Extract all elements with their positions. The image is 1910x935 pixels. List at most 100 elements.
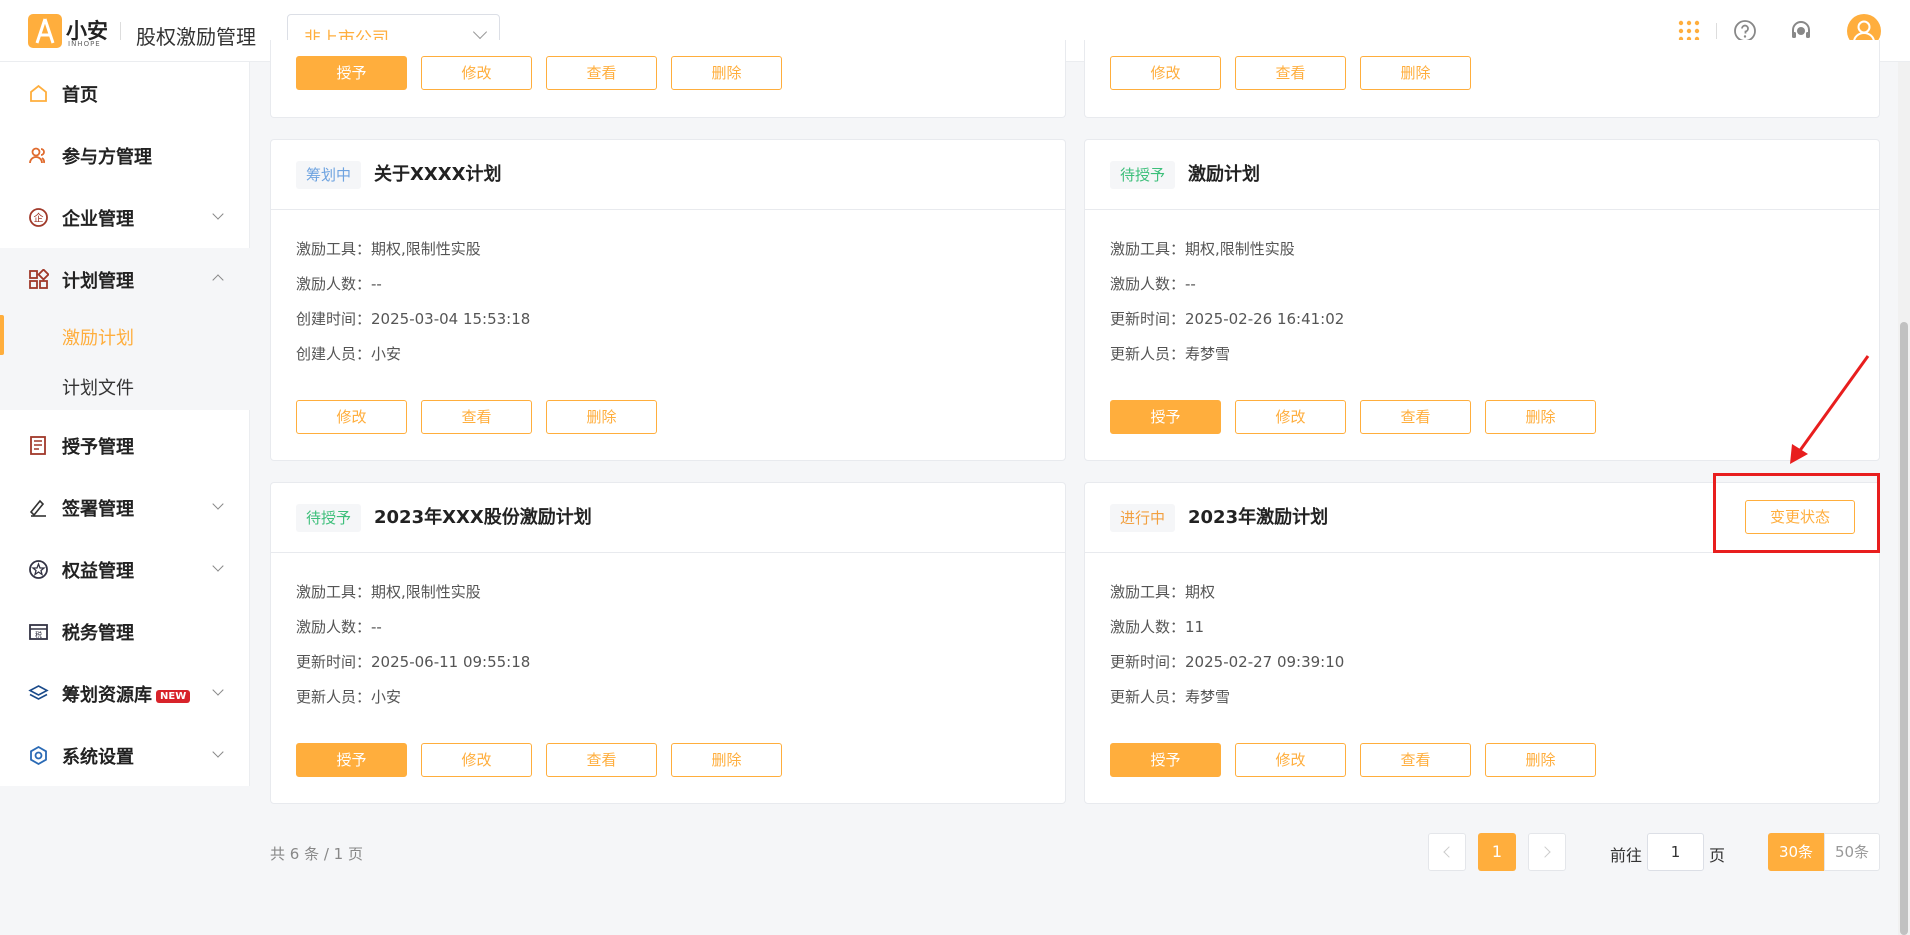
delete-button[interactable]: 删除 <box>1360 56 1471 90</box>
info-person: 更新人员：寿梦雪 <box>1110 345 1231 363</box>
info-time: 更新时间：2025-02-26 16:41:02 <box>1110 310 1345 328</box>
plan-title: 激励计划 <box>1188 164 1260 185</box>
info-time: 更新时间：2025-06-11 09:55:18 <box>296 653 531 671</box>
sidebar-item-enterprise[interactable]: 企 企业管理 <box>0 186 250 248</box>
chevron-down-icon <box>212 208 224 220</box>
sidebar-item-label: 参与方管理 <box>62 147 152 168</box>
page-size-50[interactable]: 50条 <box>1824 833 1880 871</box>
status-badge: 待授予 <box>1110 161 1176 189</box>
info-count: 激励人数：-- <box>296 275 382 293</box>
grant-button[interactable]: 授予 <box>1110 400 1221 434</box>
sidebar-footer-area <box>0 786 250 935</box>
view-button[interactable]: 查看 <box>546 743 657 777</box>
new-badge: NEW <box>156 689 191 703</box>
plan-card: 待授予 2023年XXX股份激励计划 激励工具：期权,限制性实股 激励人数：--… <box>270 482 1066 804</box>
edit-button[interactable]: 修改 <box>1110 56 1221 90</box>
inhope-logo-icon <box>28 14 62 48</box>
sidebar-item-participants[interactable]: 参与方管理 <box>0 124 250 186</box>
card-header: 待授予 2023年XXX股份激励计划 <box>271 483 1065 553</box>
sidebar-subitem-plan-files[interactable]: 计划文件 <box>0 360 250 410</box>
grant-button[interactable]: 授予 <box>296 743 407 777</box>
sidebar-item-resource-library[interactable]: 筹划资源库 NEW <box>0 662 250 724</box>
edit-button[interactable]: 修改 <box>421 56 532 90</box>
sidebar-item-label: 首页 <box>62 85 98 106</box>
sidebar-item-equity-management[interactable]: 权益管理 <box>0 538 250 600</box>
sidebar-item-label: 授予管理 <box>62 437 134 458</box>
plan-card-partial: 修改 查看 删除 <box>1084 40 1880 118</box>
view-button[interactable]: 查看 <box>1360 743 1471 777</box>
ledger-icon <box>28 435 49 456</box>
scrollbar-thumb[interactable] <box>1900 322 1908 935</box>
plan-title: 关于XXXX计划 <box>374 164 502 185</box>
layers-icon <box>28 683 49 704</box>
info-person: 更新人员：小安 <box>296 688 402 706</box>
delete-button[interactable]: 删除 <box>671 743 782 777</box>
sidebar-item-label: 系统设置 <box>62 747 134 768</box>
status-badge: 待授予 <box>296 504 362 532</box>
plan-card: 待授予 激励计划 激励工具：期权,限制性实股 激励人数：-- 更新时间：2025… <box>1084 139 1880 461</box>
header-divider <box>120 22 121 40</box>
status-badge: 筹划中 <box>296 161 362 189</box>
sidebar: 首页 参与方管理 企 企业管理 计划管理 激励计划 计划文件 授予管理 签署管理… <box>0 62 250 935</box>
page-size-30[interactable]: 30条 <box>1768 833 1824 871</box>
edit-button[interactable]: 修改 <box>296 400 407 434</box>
tax-icon: 税 <box>28 621 49 642</box>
sidebar-item-system-settings[interactable]: 系统设置 <box>0 724 250 786</box>
plan-card-partial: 授予 修改 查看 删除 <box>270 40 1066 118</box>
info-person: 创建人员：小安 <box>296 345 402 363</box>
delete-button[interactable]: 删除 <box>546 400 657 434</box>
chevron-left-icon <box>1443 846 1455 858</box>
card-header: 待授予 激励计划 <box>1085 140 1879 210</box>
grant-button[interactable]: 授予 <box>1110 743 1221 777</box>
view-button[interactable]: 查看 <box>1360 400 1471 434</box>
view-button[interactable]: 查看 <box>1235 56 1346 90</box>
edit-button[interactable]: 修改 <box>1235 400 1346 434</box>
info-count: 激励人数：11 <box>1110 618 1205 636</box>
prev-page-button[interactable] <box>1428 833 1466 871</box>
status-badge: 进行中 <box>1110 504 1176 532</box>
sidebar-item-tax-management[interactable]: 税 税务管理 <box>0 600 250 662</box>
users-icon <box>28 145 49 166</box>
grant-button[interactable]: 授予 <box>296 56 407 90</box>
sidebar-item-plan-management[interactable]: 计划管理 <box>0 248 250 310</box>
view-button[interactable]: 查看 <box>421 400 532 434</box>
goto-label: 前往 <box>1610 846 1643 865</box>
goto-suffix: 页 <box>1709 846 1726 865</box>
delete-button[interactable]: 删除 <box>671 56 782 90</box>
page-number-current[interactable]: 1 <box>1478 833 1516 871</box>
info-count: 激励人数：-- <box>296 618 382 636</box>
app-title: 股权激励管理 <box>136 25 256 49</box>
delete-button[interactable]: 删除 <box>1485 743 1596 777</box>
annotation-highlight-box <box>1713 473 1880 553</box>
view-button[interactable]: 查看 <box>546 56 657 90</box>
sidebar-item-label-text: 筹划资源库 <box>62 685 152 706</box>
delete-button[interactable]: 删除 <box>1485 400 1596 434</box>
svg-text:企: 企 <box>34 212 44 225</box>
edit-button[interactable]: 修改 <box>1235 743 1346 777</box>
plan-grid-icon <box>28 268 50 290</box>
sidebar-item-label: 权益管理 <box>62 561 134 582</box>
info-time: 更新时间：2025-02-27 09:39:10 <box>1110 653 1345 671</box>
sidebar-item-label: 筹划资源库 NEW <box>62 681 191 707</box>
settings-icon <box>28 745 49 766</box>
sidebar-subitem-incentive-plan[interactable]: 激励计划 <box>0 310 250 360</box>
info-person: 更新人员：寿梦雪 <box>1110 688 1231 706</box>
sidebar-item-sign-management[interactable]: 签署管理 <box>0 476 250 538</box>
sidebar-item-grant-management[interactable]: 授予管理 <box>0 414 250 476</box>
info-tool: 激励工具：期权,限制性实股 <box>296 240 481 258</box>
sidebar-item-label: 计划管理 <box>62 271 134 292</box>
info-count: 激励人数：-- <box>1110 275 1196 293</box>
sidebar-item-label: 企业管理 <box>62 209 134 230</box>
edit-button[interactable]: 修改 <box>421 743 532 777</box>
info-tool: 激励工具：期权,限制性实股 <box>1110 240 1295 258</box>
next-page-button[interactable] <box>1528 833 1566 871</box>
chevron-down-icon <box>212 498 224 510</box>
plan-card: 筹划中 关于XXXX计划 激励工具：期权,限制性实股 激励人数：-- 创建时间：… <box>270 139 1066 461</box>
annotation-arrow-icon <box>1790 355 1870 464</box>
sidebar-subitem-label: 计划文件 <box>62 378 134 399</box>
svg-text:税: 税 <box>35 630 42 639</box>
sidebar-item-home[interactable]: 首页 <box>0 62 250 124</box>
goto-page-input[interactable] <box>1647 833 1704 871</box>
chevron-down-icon <box>212 746 224 758</box>
plan-title: 2023年激励计划 <box>1188 507 1329 528</box>
